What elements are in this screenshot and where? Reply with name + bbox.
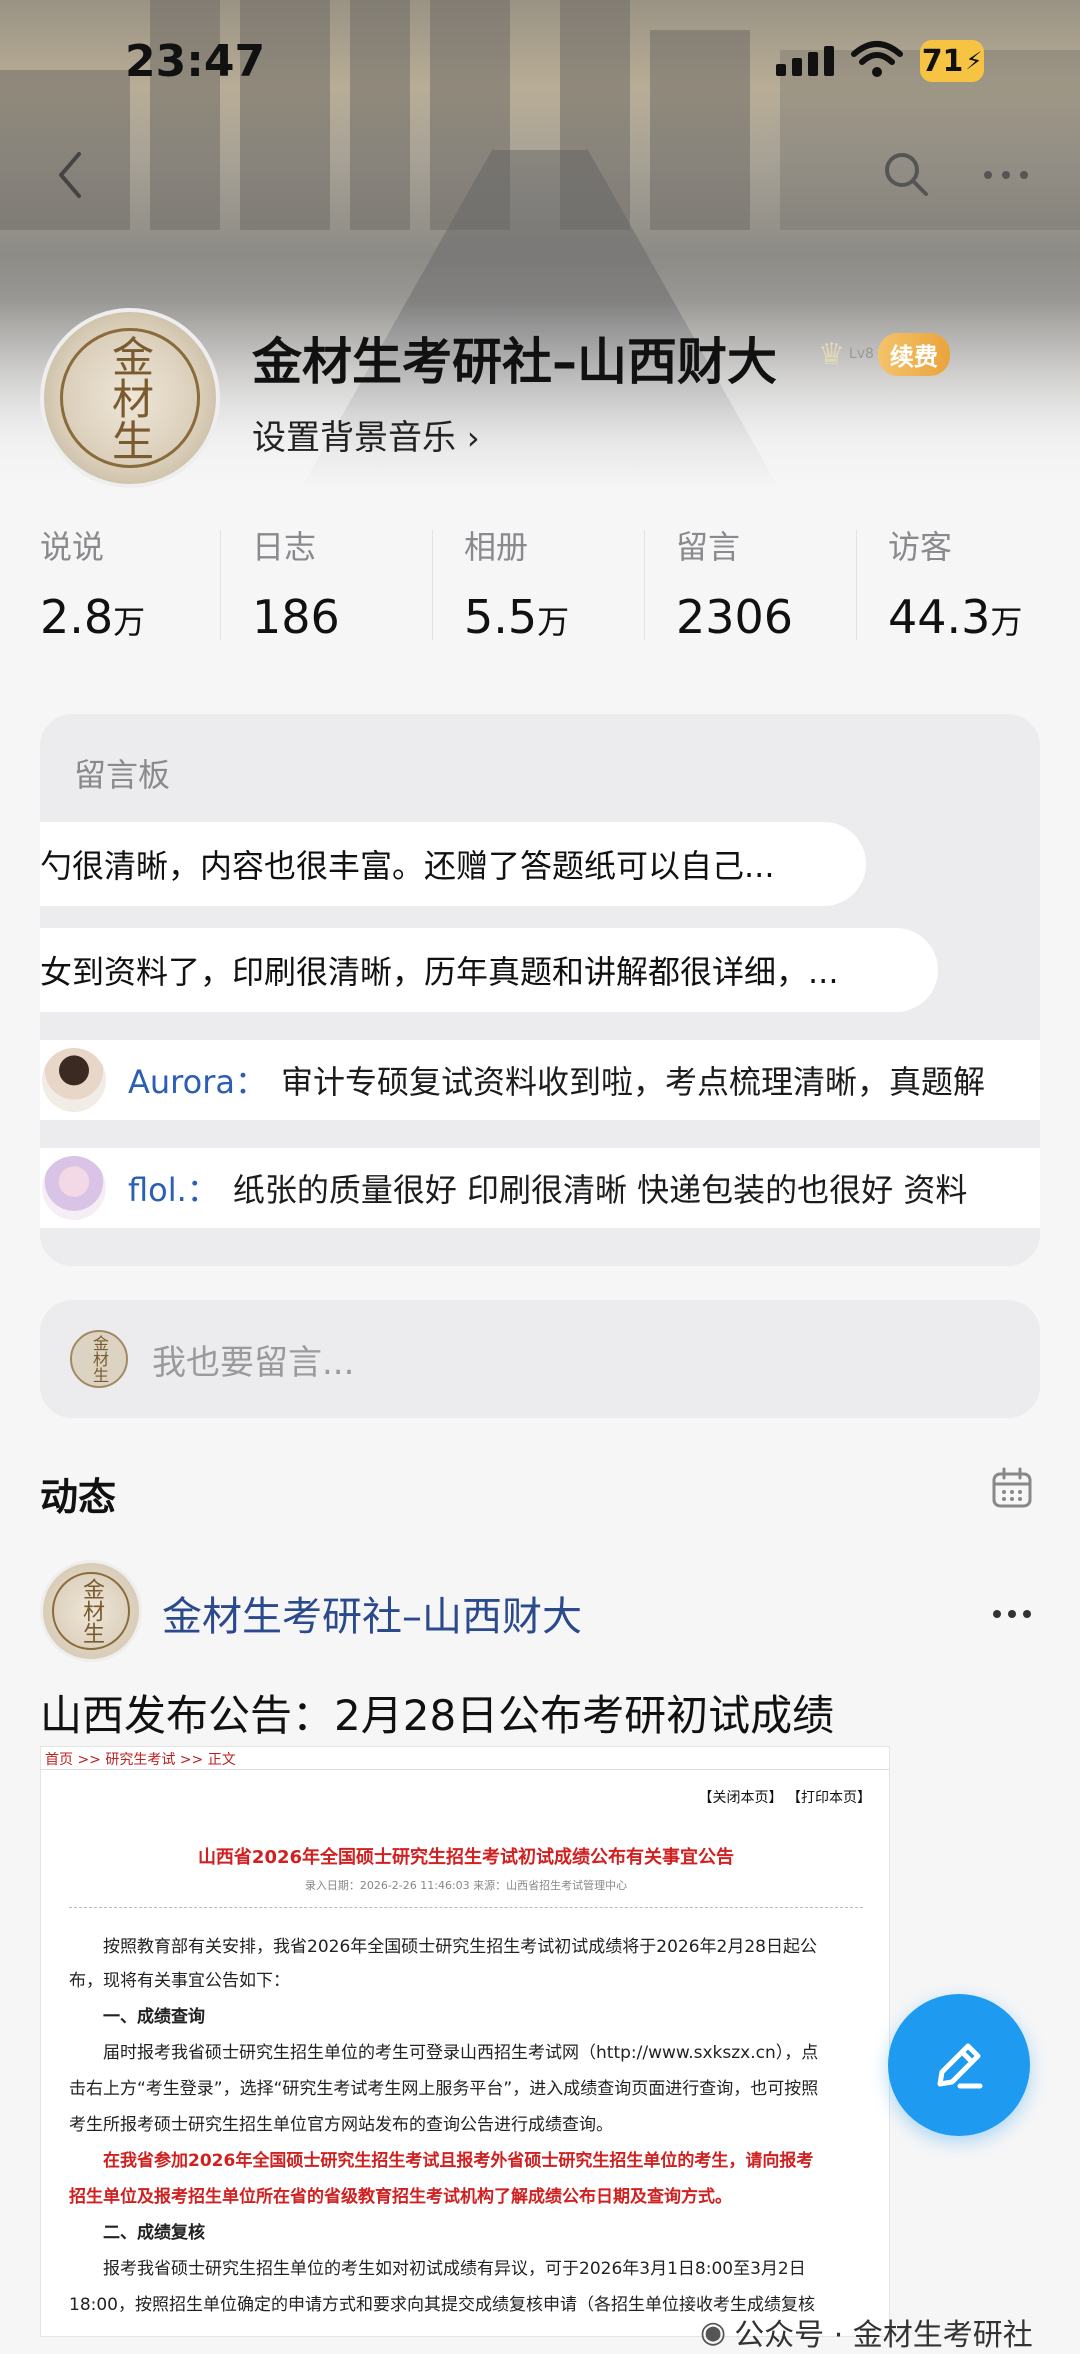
chevron-left-icon <box>59 152 81 198</box>
status-time: 23:47 <box>125 36 266 87</box>
post-author-name[interactable]: 金材生考研社–山西财大 <box>162 1584 582 1642</box>
stat-unit: 万 <box>113 603 146 641</box>
notice-heading: 山西省2026年全国硕士研究生招生考试初试成绩公布有关事宜公告 <box>197 1847 735 1868</box>
edit-icon <box>937 2043 983 2089</box>
stat-blog[interactable]: 日志 186 <box>252 522 452 644</box>
more-icon <box>993 1610 1031 1618</box>
notice-line: 一、成绩查询 <box>103 2007 205 2027</box>
divider <box>856 530 857 640</box>
message-pill[interactable]: 勺很清晰，内容也很丰富。还赠了答题纸可以自己... <box>40 822 866 906</box>
profile-name: 金材生考研社–山西财大 <box>252 333 777 391</box>
bgm-label: 设置背景音乐 <box>252 418 456 458</box>
set-background-music-link[interactable]: 设置背景音乐 › <box>252 410 480 459</box>
message-text: 女到资料了，印刷很清晰，历年真题和讲解都很详细，... <box>40 953 839 991</box>
feed-title: 动态 <box>40 1475 117 1519</box>
calendar-button[interactable] <box>990 1466 1036 1512</box>
avatar-seal-logo: 金材生 <box>52 1572 130 1650</box>
stat-label: 相册 <box>464 528 529 566</box>
search-button[interactable] <box>876 144 936 204</box>
battery-indicator: 71 ⚡ <box>920 40 984 82</box>
avatar-seal-text: 金材生 <box>90 1335 109 1383</box>
notice-line: 考生所报考硕士研究生招生单位官方网站发布的查询公告进行成绩查询。 <box>69 2115 613 2135</box>
post-more-button[interactable] <box>992 1604 1038 1624</box>
avatar-seal-logo: 金材生 <box>60 328 200 468</box>
crown-icon: ♛ <box>818 336 845 372</box>
wechat-icon: ◉ <box>700 2314 727 2350</box>
vip-badge[interactable]: ♛ Lv8 续费 <box>818 332 950 376</box>
compose-placeholder: 我也要留言... <box>152 1342 355 1383</box>
chevron-right-icon: › <box>466 419 480 457</box>
stat-label: 说说 <box>40 528 105 566</box>
notice-line: 击右上方“考生登录”，选择“研究生考试考生网上服务平台”，进入成绩查询页面进行查… <box>69 2079 819 2099</box>
more-button[interactable] <box>976 150 1036 200</box>
compose-post-button[interactable] <box>888 1994 1030 2136</box>
calendar-icon <box>992 1467 1032 1508</box>
avatar-seal-text: 金材生 <box>105 335 155 461</box>
notice-line: 布，现将有关事宜公告如下： <box>69 1971 290 1991</box>
notice-line: 在我省参加2026年全国硕士研究生招生考试且报考外省硕士研究生招生单位的考生，请… <box>103 2151 814 2171</box>
post-title[interactable]: 山西发布公告：2月28日公布考研初试成绩 <box>40 1682 834 1743</box>
message-text: 纸张的质量很好 印刷很清晰 快递包装的也很好 资料 <box>232 1171 968 1209</box>
back-button[interactable] <box>40 140 100 210</box>
vip-level: Lv8 <box>848 346 874 362</box>
message-author: Aurora： <box>128 1063 267 1101</box>
renew-badge: 续费 <box>877 332 950 376</box>
stat-value: 2306 <box>676 590 794 644</box>
notice-line: 按照教育部有关安排，我省2026年全国硕士研究生招生考试初试成绩将于2026年2… <box>103 1937 817 1957</box>
message-row[interactable]: Aurora： 审计专硕复试资料收到啦，考点梳理清晰，真题解 <box>40 1040 1040 1120</box>
notice-line: 报考我省硕士研究生招生单位的考生如对初试成绩有异议，可于2026年3月1日8:0… <box>103 2259 806 2279</box>
stat-album[interactable]: 相册 5.5万 <box>464 522 664 644</box>
post-image-notice[interactable]: 首页 >> 研究生考试 >> 正文 【关闭本页】 【打印本页】 山西省2026年… <box>40 1746 890 2337</box>
message-author: flol.： <box>128 1171 219 1209</box>
divider <box>644 530 645 640</box>
wifi-icon <box>850 40 904 84</box>
cellular-signal-icon <box>776 46 836 82</box>
stat-unit: 万 <box>537 603 570 641</box>
message-text: 审计专硕复试资料收到啦，考点梳理清晰，真题解 <box>280 1063 985 1101</box>
stat-value: 2.8 <box>40 590 114 644</box>
stat-label: 日志 <box>252 528 317 566</box>
avatar-seal-text: 金材生 <box>79 1578 104 1644</box>
divider <box>41 1769 889 1770</box>
stat-label: 留言 <box>676 528 741 566</box>
notice-line: 招生单位及报考招生单位所在省的省级教育招生考试机构了解成绩公布日期及查询方式。 <box>69 2187 732 2207</box>
stat-value: 5.5 <box>464 590 538 644</box>
message-row[interactable]: flol.： 纸张的质量很好 印刷很清晰 快递包装的也很好 资料 <box>40 1148 1040 1228</box>
stat-value: 186 <box>252 590 340 644</box>
battery-level: 71 <box>921 43 964 79</box>
message-board[interactable]: 留言板 勺很清晰，内容也很丰富。还赠了答题纸可以自己... 女到资料了，印刷很清… <box>40 714 1040 1266</box>
divider <box>69 1907 863 1908</box>
stat-value: 44.3 <box>888 590 991 644</box>
notice-line: 届时报考我省硕士研究生招生单位的考生可登录山西招生考试网（http://www.… <box>103 2043 819 2063</box>
stat-shuoshuo[interactable]: 说说 2.8万 <box>40 522 240 644</box>
more-icon <box>984 171 1028 179</box>
stat-label: 访客 <box>888 528 953 566</box>
avatar <box>42 1156 106 1220</box>
notice-breadcrumb: 首页 >> 研究生考试 >> 正文 <box>45 1752 236 1768</box>
leave-message-input[interactable]: 金材生 我也要留言... <box>40 1300 1040 1418</box>
profile-avatar[interactable]: 金材生 <box>40 308 220 488</box>
board-title: 留言板 <box>74 756 171 794</box>
charging-icon: ⚡ <box>965 47 983 75</box>
stat-messages[interactable]: 留言 2306 <box>676 522 876 644</box>
notice-tools: 【关闭本页】 【打印本页】 <box>698 1790 871 1806</box>
message-text: 勺很清晰，内容也很丰富。还赠了答题纸可以自己... <box>40 847 775 885</box>
watermark: ◉ 公众号 · 金材生考研社 <box>700 2310 1033 2354</box>
message-pill[interactable]: 女到资料了，印刷很清晰，历年真题和讲解都很详细，... <box>40 928 938 1012</box>
search-icon <box>885 153 928 196</box>
stat-unit: 万 <box>990 603 1023 641</box>
avatar <box>42 1048 106 1112</box>
post-author-avatar[interactable]: 金材生 <box>40 1560 142 1662</box>
stat-visitors[interactable]: 访客 44.3万 <box>888 522 1080 644</box>
notice-line: 二、成绩复核 <box>103 2223 205 2243</box>
watermark-text: 公众号 · 金材生考研社 <box>734 2318 1033 2353</box>
divider <box>220 530 221 640</box>
notice-meta: 录入日期：2026-2-26 11:46:03 来源：山西省招生考试管理中心 <box>304 1879 628 1892</box>
divider <box>432 530 433 640</box>
user-avatar: 金材生 <box>70 1330 128 1388</box>
